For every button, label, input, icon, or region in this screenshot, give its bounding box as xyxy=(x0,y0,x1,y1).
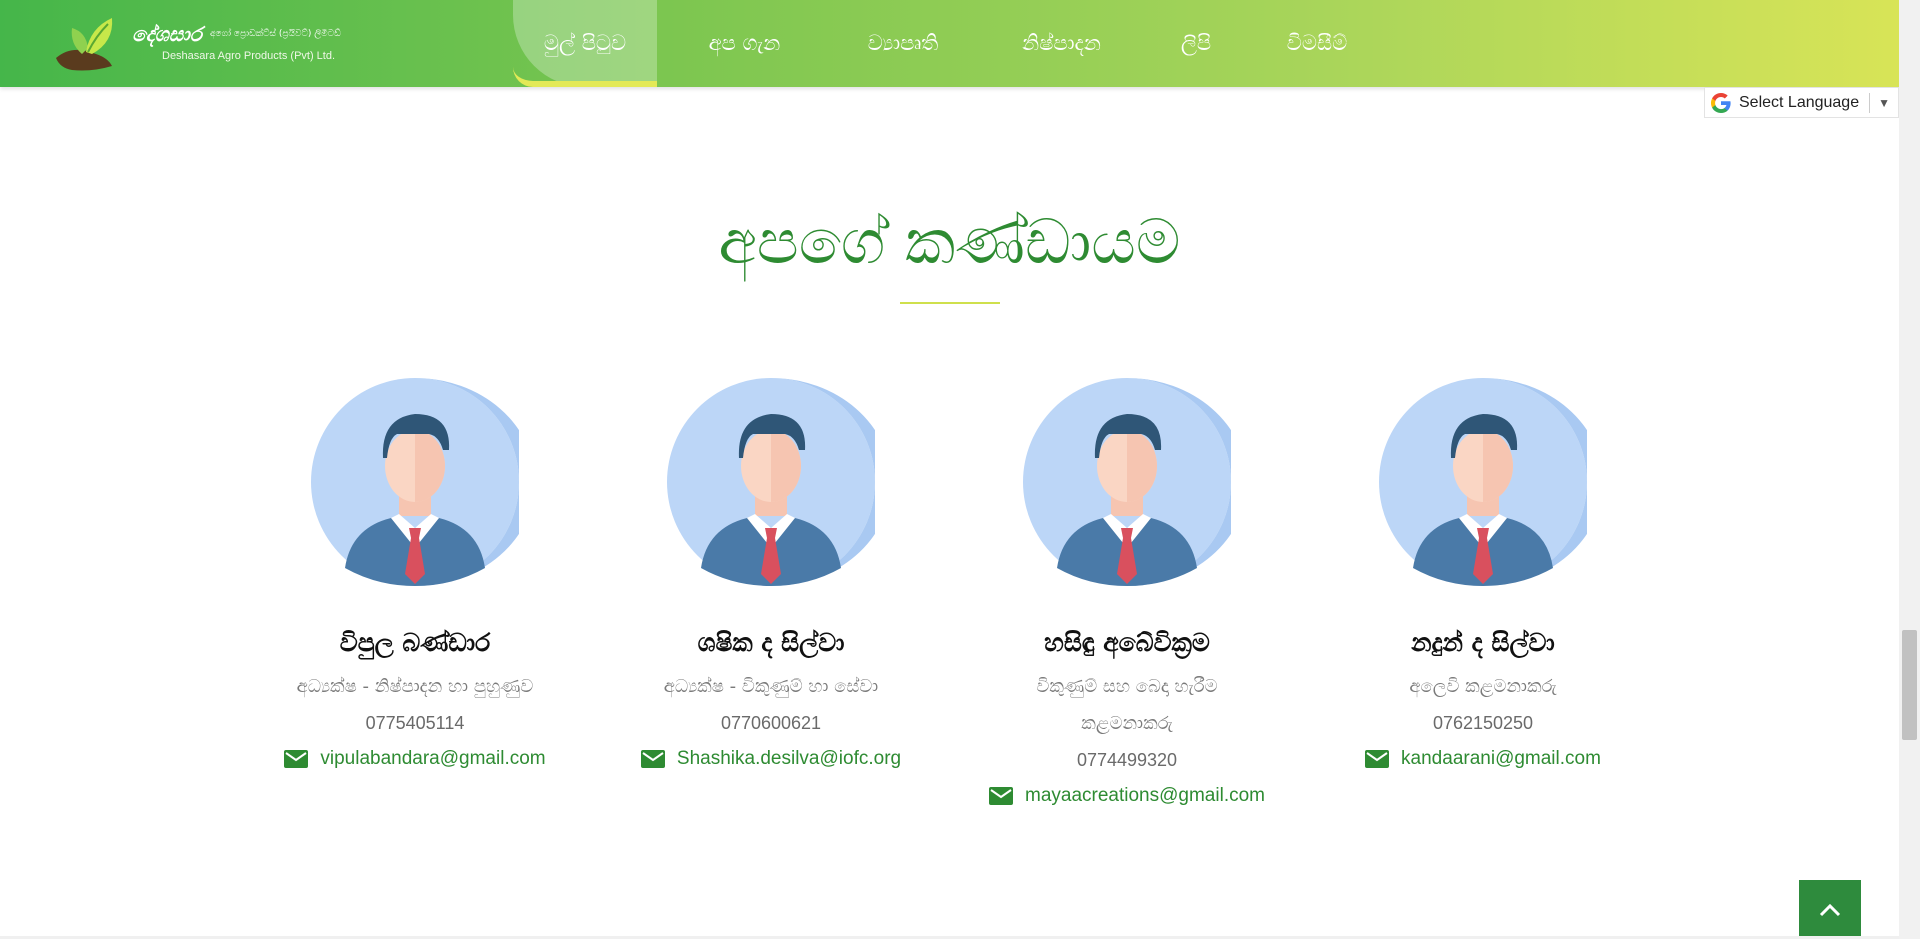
dropdown-caret-icon: ▼ xyxy=(1878,95,1890,110)
member-email: vipulabandara@gmail.com xyxy=(320,748,546,769)
back-to-top-button[interactable] xyxy=(1799,880,1861,939)
title-underline xyxy=(900,302,1000,304)
member-email-link[interactable]: vipulabandara@gmail.com xyxy=(284,742,546,776)
separator xyxy=(1869,92,1871,113)
nav-item-contact[interactable]: විමසීම් xyxy=(1243,0,1391,87)
member-email-link[interactable]: kandaarani@gmail.com xyxy=(1365,742,1601,776)
site-header: දේශසාර අගෝ ප්‍රොඩක්ට්ස් (ප්‍රයිවට්) ලිමි… xyxy=(0,0,1899,87)
google-g-icon xyxy=(1711,92,1731,113)
member-email: Shashika.desilva@iofc.org xyxy=(676,748,902,769)
member-phone: 0770600621 xyxy=(720,713,822,733)
scrollbar-thumb[interactable] xyxy=(1902,630,1917,740)
member-email-link[interactable]: Shashika.desilva@iofc.org xyxy=(640,742,902,776)
nav-item-articles[interactable]: ලිපි xyxy=(1149,0,1243,87)
member-email-link[interactable]: mayaacreations@gmail.com xyxy=(989,779,1265,813)
section-title: අපගේ කණ්ඩායම xyxy=(718,205,1181,278)
language-select-label: Select Language xyxy=(1739,93,1860,111)
team-member-card: හසිඳු අබේවික්‍රම විකුණුම් සහ බෙදා හැරීම … xyxy=(949,378,1305,813)
person-avatar-icon xyxy=(1379,378,1587,586)
member-phone: 0762150250 xyxy=(1432,713,1534,733)
member-name: හසිඳු අබේවික්‍රම xyxy=(1044,628,1210,657)
main-nav: මුල් පිටුව අප ගැන ව්‍යාපෘති නිෂ්පාදන ලිප… xyxy=(513,0,1391,87)
chevron-up-icon xyxy=(1819,903,1841,916)
logo-subtitle-sinhala: අගෝ ප්‍රොඩක්ට්ස් (ප්‍රයිවට්) ලිමිටඩ් xyxy=(210,29,341,39)
leaf-hand-logo-icon xyxy=(56,18,113,71)
nav-item-home[interactable]: මුල් පිටුව xyxy=(513,0,657,87)
person-avatar-icon xyxy=(667,378,875,586)
nav-item-products[interactable]: නිෂ්පාදන xyxy=(974,0,1149,87)
nav-item-projects[interactable]: ව්‍යාපෘති xyxy=(832,0,974,87)
member-role: අලෙවි කළමනාකරු xyxy=(1409,676,1557,697)
team-member-card: නදුන් ද සිල්වා අලෙවි කළමනාකරු 0762150250… xyxy=(1305,378,1661,776)
envelope-icon xyxy=(284,750,309,768)
member-role: අධ්‍යක්ෂ - නිෂ්පාදන හා පුහුණුව xyxy=(296,676,534,697)
envelope-icon xyxy=(1365,750,1390,768)
member-name: ශෂික ද සිල්වා xyxy=(697,628,845,657)
site-logo[interactable]: දේශසාර අගෝ ප්‍රොඩක්ට්ස් (ප්‍රයිවට්) ලිමි… xyxy=(52,10,362,71)
member-phone: 0774499320 xyxy=(1076,750,1178,770)
member-role: අධ්‍යක්ෂ - විකුණුම් හා සේවා xyxy=(663,676,879,697)
logo-name: දේශසාර xyxy=(132,22,202,46)
envelope-icon xyxy=(640,750,665,768)
language-select[interactable]: Select Language ▼ xyxy=(1704,87,1899,118)
page-scrollbar[interactable] xyxy=(1899,0,1920,939)
logo-subtitle-english: Deshasara Agro Products (Pvt) Ltd. xyxy=(162,50,336,62)
envelope-icon xyxy=(989,787,1013,805)
member-email: mayaacreations@gmail.com xyxy=(1025,785,1265,806)
nav-item-about[interactable]: අප ගැන xyxy=(657,0,832,87)
team-member-card: විපුල බණ්ඩාර අධ්‍යක්ෂ - නිෂ්පාදන හා පුහු… xyxy=(237,378,593,776)
person-avatar-icon xyxy=(311,378,519,586)
member-role: විකුණුම් සහ බෙදා හැරීම කළමනාකරු xyxy=(1036,676,1218,734)
team-member-card: ශෂික ද සිල්වා අධ්‍යක්ෂ - විකුණුම් හා සේව… xyxy=(593,378,949,776)
member-email: kandaarani@gmail.com xyxy=(1401,748,1601,769)
member-phone: 0775405114 xyxy=(365,713,465,733)
member-name: නදුන් ද සිල්වා xyxy=(1411,628,1555,657)
member-name: විපුල බණ්ඩාර xyxy=(339,628,491,657)
person-avatar-icon xyxy=(1023,378,1231,586)
